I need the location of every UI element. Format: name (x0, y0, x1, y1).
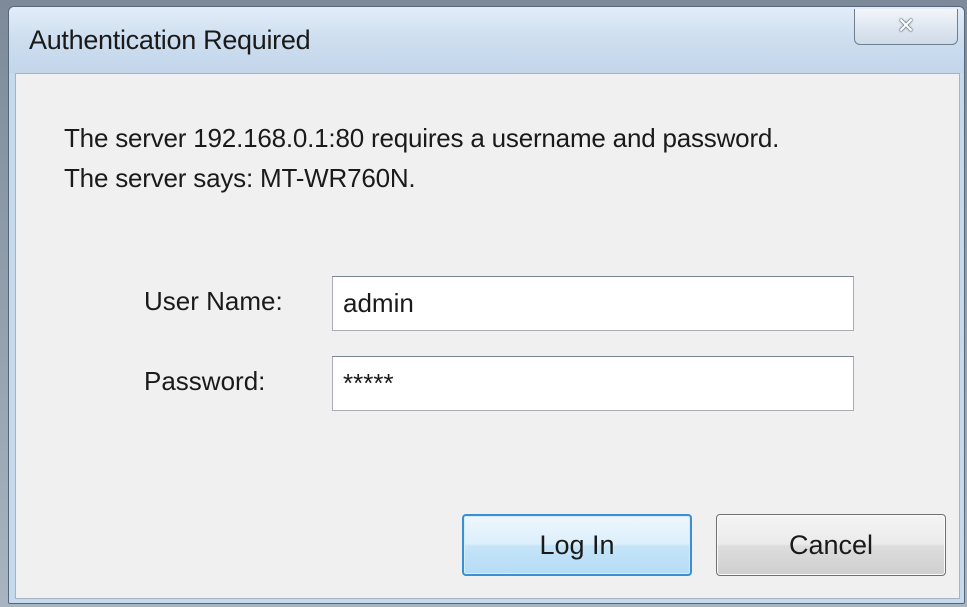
login-button[interactable]: Log In (462, 514, 692, 576)
password-input[interactable] (332, 356, 854, 411)
cancel-button[interactable]: Cancel (716, 514, 946, 576)
auth-dialog: Authentication Required ✕ The server 192… (8, 6, 965, 604)
close-icon: ✕ (896, 13, 916, 39)
title-bar[interactable]: Authentication Required ✕ (9, 7, 964, 73)
auth-message: The server 192.168.0.1:80 requires a use… (64, 118, 779, 198)
dialog-body: The server 192.168.0.1:80 requires a use… (15, 73, 960, 599)
message-line-server: The server 192.168.0.1:80 requires a use… (64, 123, 780, 153)
username-label: User Name: (144, 286, 283, 316)
dialog-title: Authentication Required (29, 25, 311, 55)
password-label: Password: (144, 366, 266, 396)
message-line-realm: The server says: MT-WR760N. (64, 163, 416, 193)
username-input[interactable] (332, 276, 854, 331)
close-button[interactable]: ✕ (854, 9, 958, 45)
